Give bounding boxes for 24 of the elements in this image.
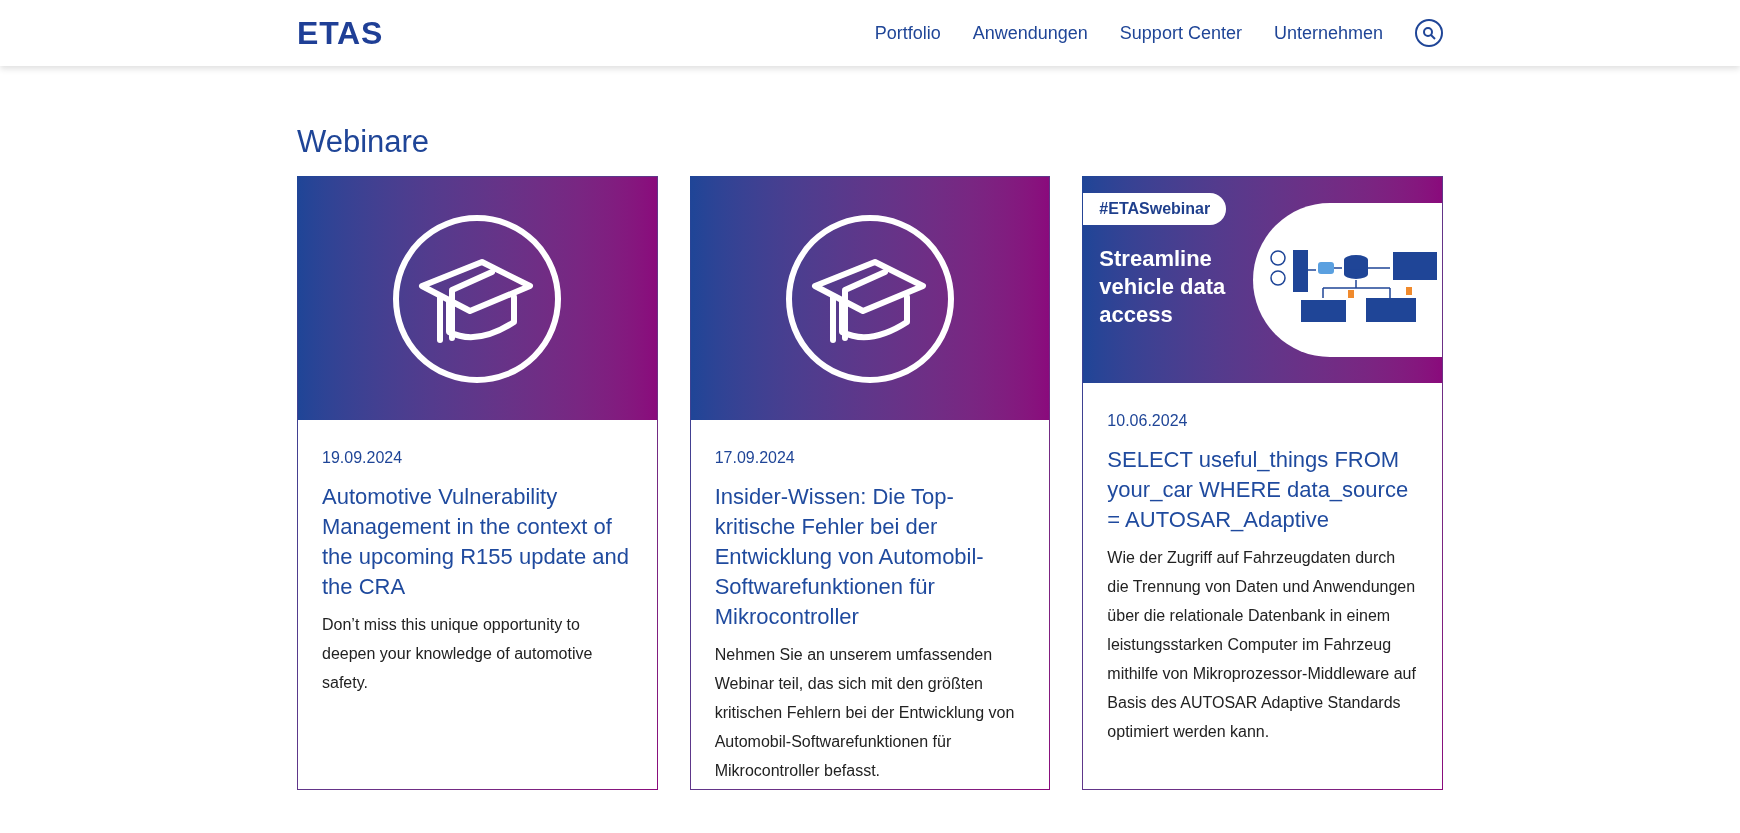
nav-link[interactable]: Unternehmen (1273, 19, 1383, 47)
card-date: 19.09.2024 (322, 448, 404, 468)
banner-headline: Streamline vehicle data access (1098, 245, 1227, 329)
graduation-cap-icon (392, 213, 563, 384)
card-description: Wie der Zugriff auf Fahrzeugdaten durch die Trennung von Daten und Anwendungen über die relationale Datenbank in einem leistungsstarken Computer im Fahrzeug mithilfe von Mikroprozessor-Middleware auf Basis des AUTOSAR Adaptive Standards optimiert werden kann. (1107, 548, 1417, 742)
search-icon (1422, 26, 1436, 40)
card-description: Don’t miss this unique opportunity to deepen your knowledge of automotive safety. (322, 615, 594, 693)
nav-link[interactable]: Support Center (1119, 19, 1242, 47)
card-description: Nehmen Sie an unserem umfassenden Webinar teil, das sich mit den größten kritischen Fehlern bei der Entwicklung von Automobil-Softwarefunktionen für Mikrocontroller befasst. (714, 645, 1016, 781)
hashtag-label: #ETASwebinar (1083, 193, 1227, 225)
card-title[interactable]: Insider-Wissen: Die Top-kritische Fehler bei der Entwicklung von Automobil-Softwarefunktionen für Mikrocontroller (714, 482, 1026, 632)
card-date: 10.06.2024 (1107, 411, 1189, 431)
logo[interactable]: ETAS (297, 9, 384, 57)
page-title: Webinare (297, 126, 431, 157)
graduation-cap-icon (785, 213, 955, 384)
search-button[interactable] (1415, 19, 1443, 47)
webinar-card[interactable]: 19.09.2024 Automotive Vulnerability Management in the context of the upcoming R155 update and the CRA Don’t miss this unique opportunity to deepen your knowledge of automotive safety. (297, 176, 658, 790)
card-title[interactable]: SELECT useful_things FROM your_car WHERE data_source = AUTOSAR_Adaptive (1107, 445, 1418, 535)
card-date: 17.09.2024 (714, 448, 796, 468)
nav-link[interactable]: Portfolio (874, 19, 941, 47)
webinar-card[interactable] (689, 176, 1051, 790)
webinar-card[interactable] (1082, 176, 1443, 790)
nav-link[interactable]: Anwendungen (972, 19, 1088, 47)
card-title[interactable]: Automotive Vulnerability Management in the context of the upcoming R155 update and the CRA (322, 482, 633, 602)
